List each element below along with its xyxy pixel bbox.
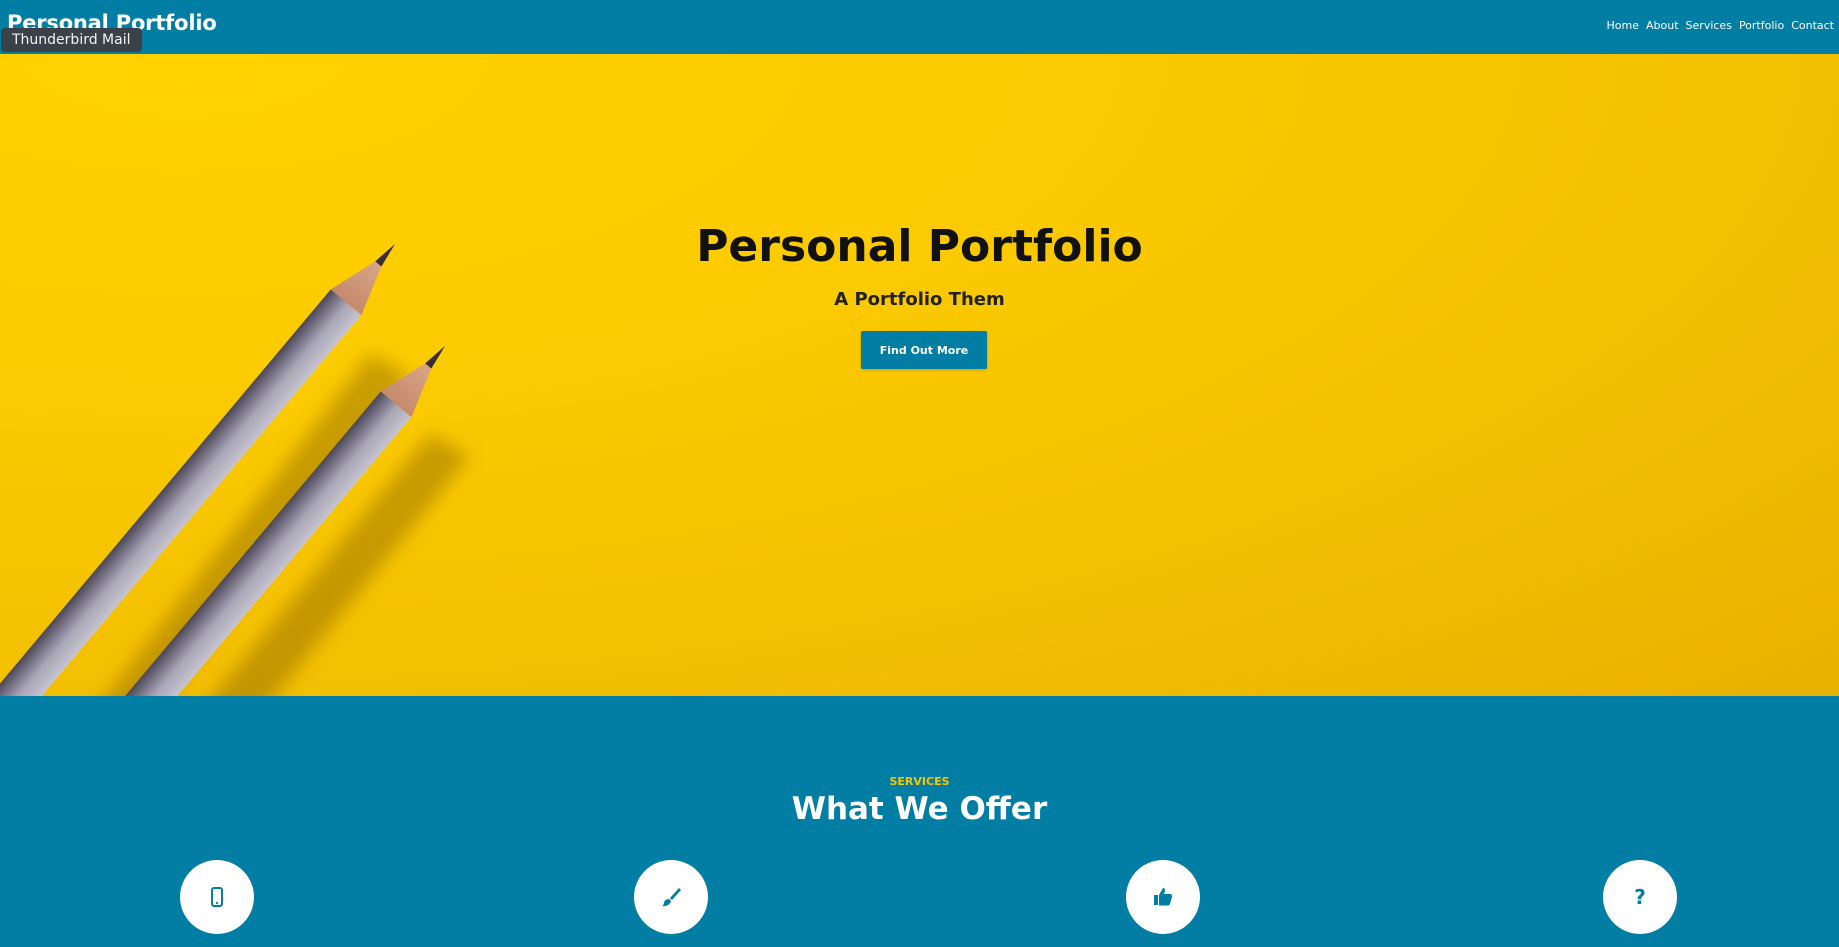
services-section: SERVICES What We Offer ?	[0, 696, 1839, 947]
nav-contact-link[interactable]: Contact	[1791, 19, 1834, 32]
pencils-image	[0, 244, 470, 696]
question-mark-icon: ?	[1634, 885, 1646, 909]
nav-links: Home About Services Portfolio Contact	[1607, 19, 1834, 32]
services-eyebrow: SERVICES	[889, 775, 950, 788]
taskbar-tooltip: Thunderbird Mail	[1, 28, 142, 52]
service-design[interactable]	[634, 860, 708, 934]
nav-services-link[interactable]: Services	[1686, 19, 1732, 32]
service-support[interactable]: ?	[1603, 860, 1677, 934]
nav-portfolio-link[interactable]: Portfolio	[1739, 19, 1784, 32]
nav-home-link[interactable]: Home	[1607, 19, 1639, 32]
services-title: What We Offer	[791, 791, 1048, 827]
paint-brush-icon	[662, 888, 681, 907]
service-quality[interactable]	[1126, 860, 1200, 934]
thumbs-up-icon	[1154, 888, 1173, 906]
hero-subtitle: A Portfolio Them	[834, 289, 1005, 310]
mobile-phone-icon	[211, 887, 223, 907]
nav-about-link[interactable]: About	[1646, 19, 1679, 32]
hero-section: Personal Portfolio A Portfolio Them Find…	[0, 54, 1839, 696]
service-mobile[interactable]	[180, 860, 254, 934]
hero-title: Personal Portfolio	[696, 221, 1143, 272]
find-out-more-button[interactable]: Find Out More	[861, 331, 987, 369]
navbar: Personal Portfolio Home About Services P…	[0, 0, 1839, 54]
